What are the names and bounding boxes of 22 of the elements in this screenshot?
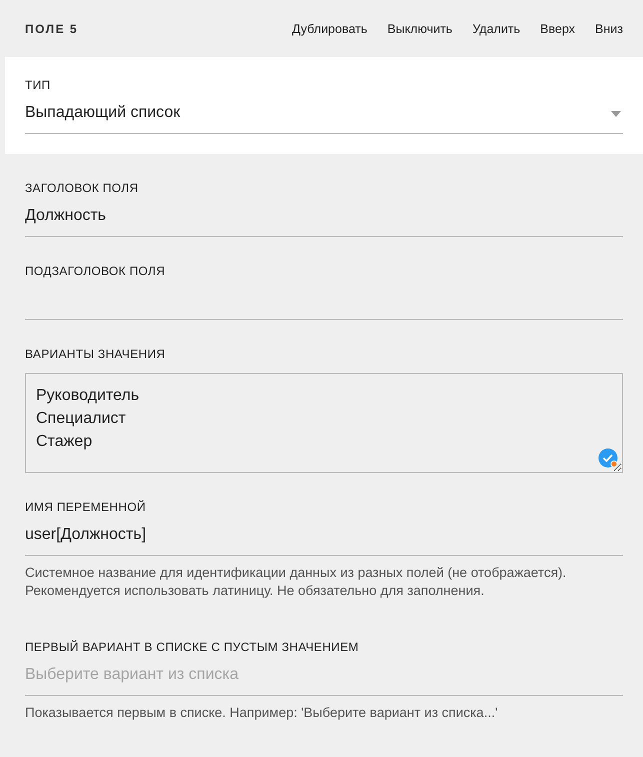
field-label: ПЕРВЫЙ ВАРИАНТ В СПИСКЕ С ПУСТЫМ ЗНАЧЕНИЕМ [25, 640, 360, 654]
action-link[interactable]: Вниз [595, 22, 623, 36]
action-link[interactable]: Выключить [387, 22, 452, 36]
field-title: ПОЛЕ 5 [25, 22, 80, 36]
field-label: ПОДЗАГОЛОВОК ПОЛЯ [25, 264, 166, 278]
input-field[interactable]: user[Должность] [25, 514, 623, 556]
action-link[interactable]: Удалить [472, 22, 520, 36]
help-text: Системное название для идентификации данных из разных полей (не отображается). Рекомендуется использовать латиницу. Не обязательно для заполнения. [25, 564, 568, 600]
help-text: Показывается первым в списке. Например: 'Выберите вариант из списка...' [25, 704, 499, 722]
field-label: ВАРИАНТЫ ЗНАЧЕНИЯ [25, 347, 166, 361]
options-field[interactable]: Руководитель Специалист Стажер [25, 373, 623, 473]
caret-icon [611, 111, 621, 117]
field-label: ТИП [25, 78, 52, 92]
type-panel[interactable]: ТИП Выпадающий список [5, 57, 643, 154]
input-field[interactable]: Должность [25, 195, 623, 237]
field-label: ЗАГОЛОВОК ПОЛЯ [25, 181, 140, 195]
type-dropdown[interactable]: Выпадающий список [25, 92, 623, 134]
check-icon[interactable] [598, 448, 618, 468]
input-field[interactable]: Выберите вариант из списка [25, 654, 623, 696]
field-label: ИМЯ ПЕРЕМЕННОЙ [25, 500, 147, 514]
action-link[interactable]: Дублировать [292, 22, 368, 36]
action-link[interactable]: Вверх [540, 22, 576, 36]
